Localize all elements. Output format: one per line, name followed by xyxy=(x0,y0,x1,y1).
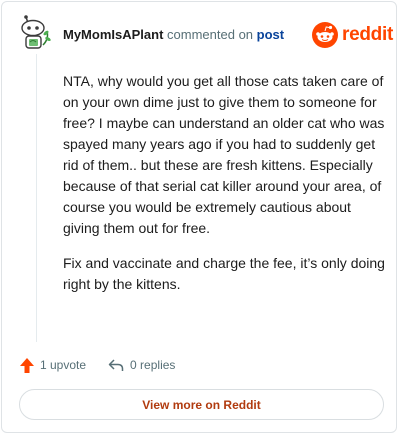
comment-body: NTA, why would you get all those cats ta… xyxy=(63,71,388,309)
reply-button[interactable]: 0 replies xyxy=(108,358,175,372)
commented-on-label: commented on xyxy=(167,27,254,42)
upvote-count: 1 upvote xyxy=(40,358,87,372)
post-link[interactable]: post xyxy=(257,27,284,42)
reply-icon xyxy=(108,359,124,371)
snoo-avatar-icon xyxy=(21,15,51,49)
avatar[interactable] xyxy=(19,15,51,51)
comment-paragraph: NTA, why would you get all those cats ta… xyxy=(63,73,385,236)
author-name[interactable]: MyMomIsAPlant xyxy=(63,27,163,42)
thread-line xyxy=(36,54,37,342)
reddit-logo-icon xyxy=(312,22,338,48)
reddit-logo[interactable]: reddit xyxy=(312,21,393,49)
upvote-icon xyxy=(20,357,34,373)
embedded-comment-card: MyMomIsAPlant commented on post reddit N… xyxy=(1,1,397,433)
upvote-button[interactable]: 1 upvote xyxy=(19,357,86,374)
reply-count: 0 replies xyxy=(130,358,176,372)
reddit-wordmark: reddit xyxy=(342,24,393,45)
comment-actions: 1 upvote 0 replies xyxy=(19,356,175,374)
view-more-button[interactable]: View more on Reddit xyxy=(19,389,384,420)
comment-paragraph: Fix and vaccinate and charge the fee, it… xyxy=(63,255,385,292)
comment-header: MyMomIsAPlant commented on post xyxy=(63,27,284,42)
